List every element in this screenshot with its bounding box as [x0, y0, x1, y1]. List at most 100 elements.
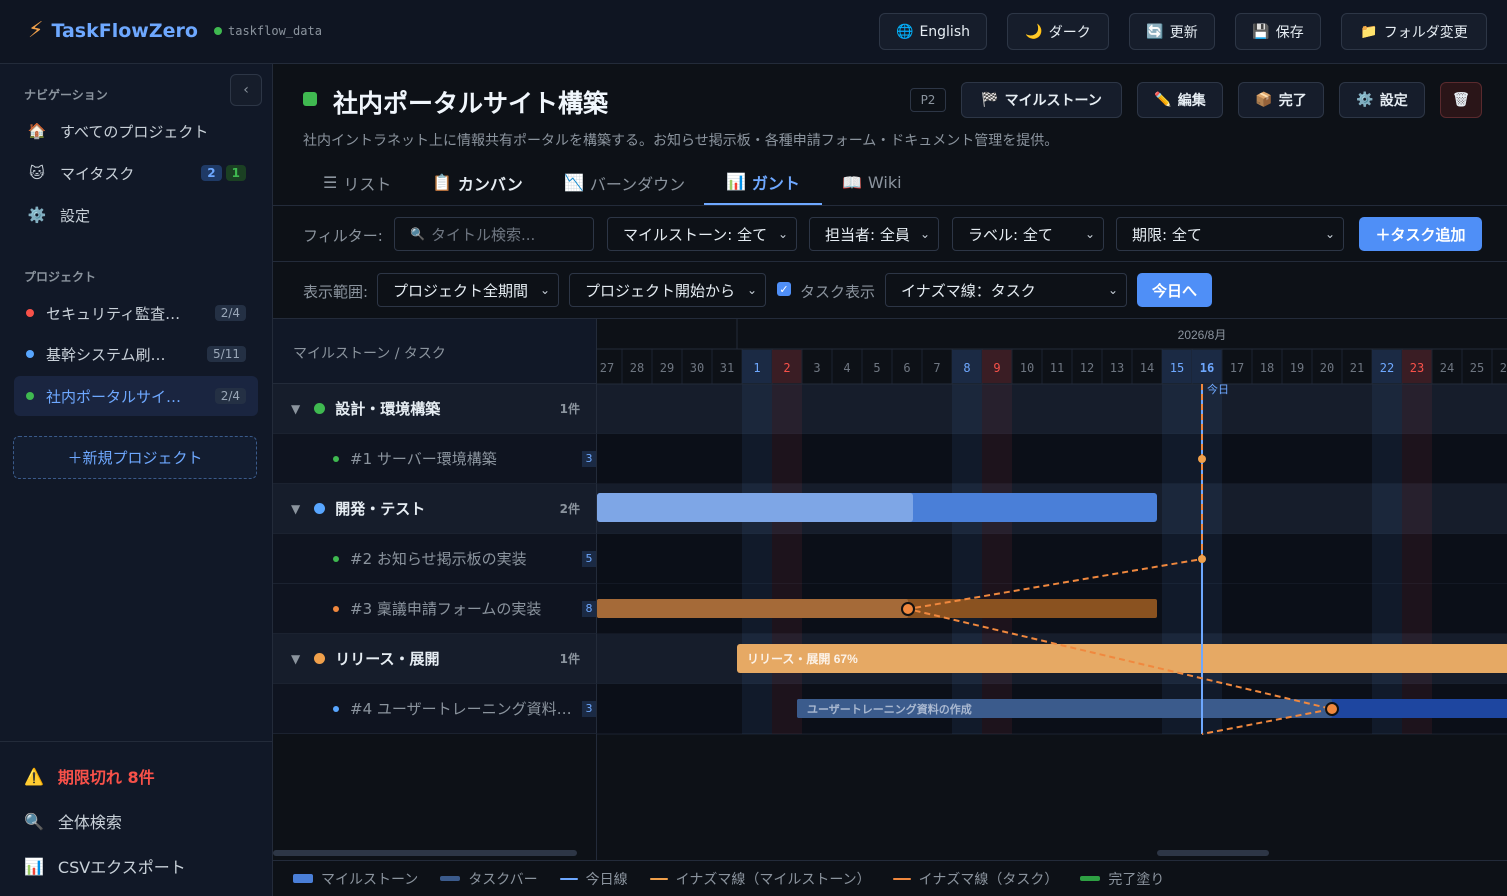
search-input[interactable]: 🔍 タイトル検索...: [394, 217, 594, 251]
overdue-label: 期限切れ 8件: [57, 768, 155, 787]
month-label: 2026/8月: [1178, 328, 1227, 342]
day-label: 16: [1200, 361, 1214, 375]
tab-label: カンバン: [457, 174, 523, 194]
tab-label: ガント: [751, 173, 800, 193]
tab-burndown[interactable]: 📉 バーンダウン: [542, 160, 707, 205]
chevron-down-icon: ⌄: [1324, 227, 1335, 241]
filter-label: フィルター:: [303, 227, 383, 245]
start-select[interactable]: プロジェクト開始から ⌄: [569, 273, 766, 307]
due-filter-select[interactable]: 期限: 全て ⌄: [1116, 217, 1344, 251]
chart-down-icon: 📉: [564, 173, 584, 192]
day-label: 23: [1410, 361, 1424, 375]
label-filter-select[interactable]: ラベル: 全て ⌄: [952, 217, 1104, 251]
milestone-button[interactable]: 🏁 マイルストーン: [961, 82, 1122, 118]
refresh-button[interactable]: 🔄 更新: [1129, 13, 1215, 50]
nav-my-tasks[interactable]: 🐱 マイタスク 2 1: [14, 154, 258, 192]
lightning-line-select[interactable]: イナズマ線：タスク ⌄: [885, 273, 1127, 307]
expand-triangle-icon[interactable]: ▼: [291, 402, 300, 416]
expand-triangle-icon[interactable]: ▼: [291, 652, 300, 666]
legend-item: イナズマ線（マイルストーン）: [649, 869, 871, 889]
add-task-button[interactable]: ＋タスク追加: [1359, 217, 1482, 251]
task-row[interactable]: #1 サーバー環境構築 3: [273, 434, 597, 484]
day-label: 20: [1320, 361, 1334, 375]
day-label: 11: [1050, 361, 1064, 375]
nav-all-projects[interactable]: 🏠 すべてのプロジェクト: [14, 112, 258, 150]
nav-header: ナビゲーション: [24, 88, 108, 102]
change-folder-button[interactable]: 📁 フォルダ変更: [1341, 13, 1487, 50]
tab-kanban[interactable]: 📋 カンバン: [410, 160, 545, 205]
project-name: 基幹システム刷…: [46, 345, 166, 364]
day-label: 19: [1290, 361, 1304, 375]
go-to-today-button[interactable]: 今日へ: [1137, 273, 1212, 307]
day-label: 3: [813, 361, 820, 375]
milestone-filter-select[interactable]: マイルストーン: 全て ⌄: [607, 217, 797, 251]
project-name: セキュリティ監査…: [46, 304, 181, 323]
gantt-column-header: マイルストーン / タスク: [293, 346, 446, 362]
day-label: 26: [1500, 361, 1507, 375]
data-folder-name: taskflow_data: [228, 24, 322, 38]
brand[interactable]: ⚡ TaskFlowZero: [28, 18, 198, 43]
show-tasks-checkbox[interactable]: ✓: [777, 282, 791, 296]
tab-label: バーンダウン: [589, 174, 686, 194]
assignee-filter-select[interactable]: 担当者: 全員 ⌄: [809, 217, 939, 251]
milestone-row[interactable]: ▼ 開発・テスト 2件: [273, 484, 597, 534]
legend-swatch: [1080, 876, 1101, 881]
project-progress: 2/4: [214, 388, 246, 404]
day-label: 21: [1350, 361, 1364, 375]
task-row[interactable]: #3 稟議申請フォームの実装 8: [273, 584, 597, 634]
delete-project-button[interactable]: 🗑: [1440, 82, 1482, 118]
project-item-active[interactable]: 社内ポータルサイ… 2/4: [14, 376, 258, 416]
milestone-row[interactable]: ▼ リリース・展開 1件: [273, 634, 597, 684]
assignee-filter-value: 担当者: 全員: [825, 225, 910, 244]
folder-icon: 📁: [1360, 23, 1378, 40]
task-status-dot: [333, 455, 339, 462]
nav-settings[interactable]: ⚙️ 設定: [14, 196, 258, 234]
language-button[interactable]: 🌐 English: [879, 13, 987, 50]
timeline-scrollbar[interactable]: [1157, 850, 1269, 856]
pencil-icon: ✏️: [1154, 92, 1172, 108]
complete-button[interactable]: 📦 完了: [1238, 82, 1324, 118]
tab-wiki[interactable]: 📖 Wiki: [820, 160, 924, 205]
chevron-down-icon: ⌄: [746, 283, 757, 297]
day-label: 18: [1260, 361, 1274, 375]
range-select[interactable]: プロジェクト全期間 ⌄: [377, 273, 559, 307]
chevron-down-icon: ⌄: [1107, 283, 1118, 297]
collapse-sidebar-button[interactable]: ‹: [230, 74, 262, 106]
milestone-name: 開発・テスト: [335, 500, 426, 518]
overdue-link[interactable]: ⚠️ 期限切れ 8件: [24, 764, 155, 788]
left-scrollbar[interactable]: [273, 850, 577, 856]
project-item[interactable]: セキュリティ監査… 2/4: [14, 293, 258, 333]
weekend-column: [1372, 349, 1402, 734]
save-button[interactable]: 💾 保存: [1235, 13, 1321, 50]
task-name: #2 お知らせ掲示板の実装: [350, 550, 527, 568]
csv-export-link[interactable]: 📊 CSVエクスポート: [24, 854, 186, 878]
global-search-link[interactable]: 🔍 全体検索: [24, 809, 122, 833]
chevron-down-icon: ⌄: [919, 227, 930, 241]
day-label: 22: [1380, 361, 1394, 375]
milestone-row[interactable]: ▼ 設計・環境構築 1件: [273, 384, 597, 434]
start-value: プロジェクト開始から: [585, 281, 736, 300]
tab-label: Wiki: [867, 173, 902, 192]
tab-list[interactable]: ☰ リスト: [301, 160, 413, 205]
lightning-line-value: イナズマ線：タスク: [901, 281, 1036, 300]
show-tasks-label: タスク表示: [800, 283, 876, 301]
globe-icon: 🌐: [896, 23, 914, 40]
task-row[interactable]: #2 お知らせ掲示板の実装 5: [273, 534, 597, 584]
day-label: 29: [660, 361, 674, 375]
milestone-label: マイルストーン: [1004, 93, 1102, 109]
milestone-task-count: 2件: [559, 502, 580, 516]
theme-button[interactable]: 🌙 ダーク: [1007, 13, 1109, 50]
expand-triangle-icon[interactable]: ▼: [291, 502, 300, 516]
task-name: #1 サーバー環境構築: [350, 450, 497, 468]
lightning-point: [1325, 702, 1339, 716]
task-points: 8: [582, 600, 596, 617]
project-description: 社内イントラネット上に情報共有ポータルを構築する。お知らせ掲示板・各種申請フォー…: [303, 133, 1059, 149]
project-item[interactable]: 基幹システム刷… 5/11: [14, 334, 258, 374]
edit-button[interactable]: ✏️ 編集: [1137, 82, 1223, 118]
legend-swatch: [892, 877, 911, 880]
task-row[interactable]: #4 ユーザートレーニング資料… 3: [273, 684, 597, 734]
project-settings-button[interactable]: ⚙️ 設定: [1339, 82, 1425, 118]
new-project-button[interactable]: ＋新規プロジェクト: [13, 436, 257, 479]
gear-icon: ⚙️: [27, 206, 47, 224]
tab-gantt[interactable]: 📊 ガント: [704, 160, 822, 205]
